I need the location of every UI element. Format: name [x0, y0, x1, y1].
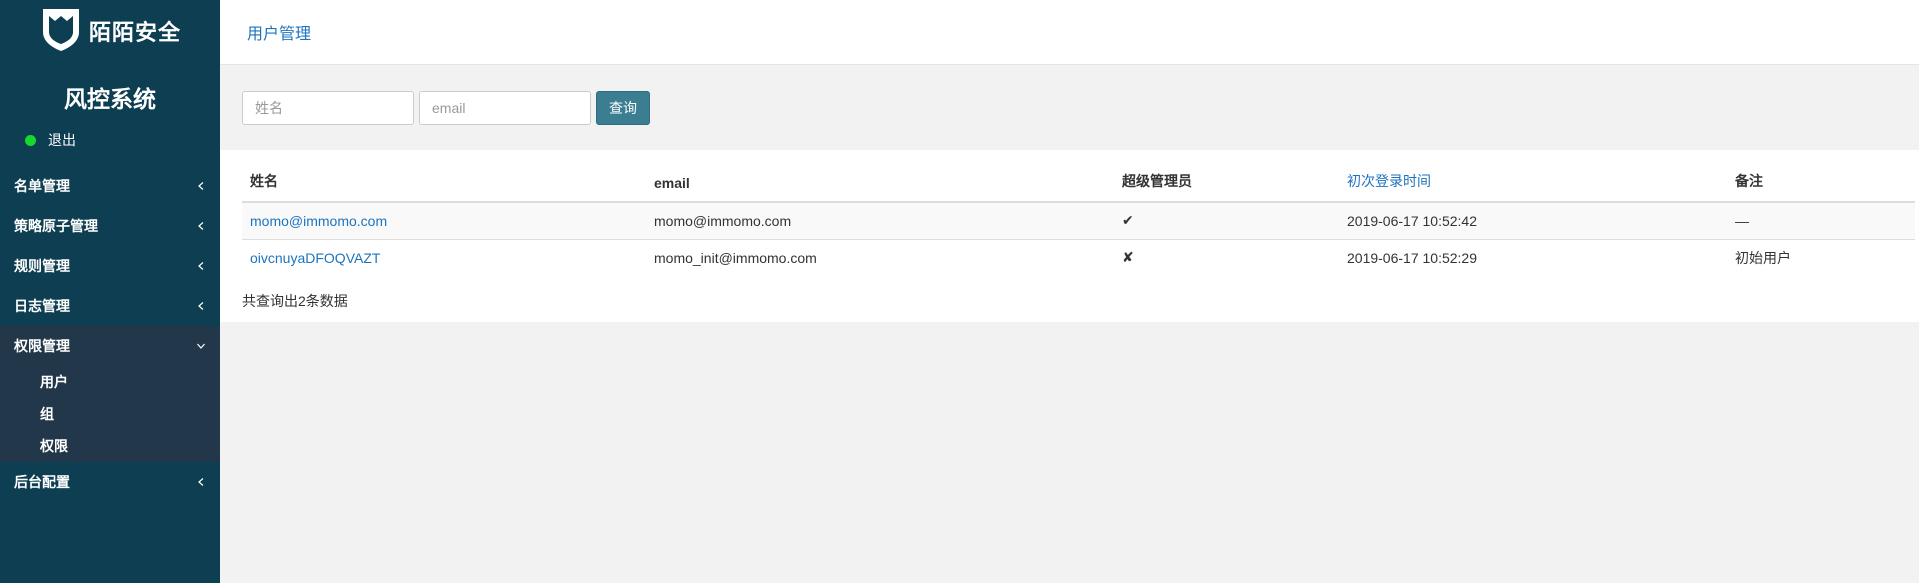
online-status-dot [25, 134, 36, 146]
superuser-check-icon: ✔ [1114, 201, 1339, 239]
first-login-time: 2019-06-17 10:52:42 [1339, 201, 1727, 239]
system-title: 风控系统 [64, 87, 156, 113]
result-summary: 共查询出2条数据 [242, 293, 348, 309]
user-table: 姓名 email 超级管理员 初次登录时间 备注 momo@immomo.com… [242, 150, 1915, 276]
chevron-left-icon [196, 477, 206, 487]
sidebar-item-label: 名单管理 [14, 178, 70, 194]
chevron-down-icon [196, 341, 206, 351]
column-header-email[interactable]: email [646, 150, 1114, 203]
sidebar-item-backend-config[interactable]: 后台配置 [0, 462, 220, 502]
sidebar-item-label: 权限管理 [14, 338, 70, 354]
brand-name: 陌陌安全 [88, 21, 181, 46]
sidebar-subitem-users[interactable]: 用户 [0, 366, 220, 398]
main-content: 用户管理 查询 姓名 email 超级管理员 初次登录时间 备注 mom [220, 0, 1919, 583]
table-row: oivcnuyaDFOQVAZT momo_init@immomo.com ✘ … [242, 238, 1915, 276]
user-name-link[interactable]: momo@immomo.com [250, 213, 387, 229]
column-header-superuser[interactable]: 超级管理员 [1114, 150, 1339, 203]
first-login-time: 2019-06-17 10:52:29 [1339, 238, 1727, 276]
user-note: 初始用户 [1727, 238, 1915, 276]
superuser-cross-icon: ✘ [1114, 238, 1339, 276]
sidebar-item-strategy-atom[interactable]: 策略原子管理 [0, 206, 220, 246]
chevron-left-icon [196, 221, 206, 231]
query-button[interactable]: 查询 [596, 90, 650, 125]
sidebar-item-permission-management[interactable]: 权限管理 [0, 326, 220, 366]
sidebar-subitem-permissions[interactable]: 权限 [0, 430, 220, 462]
sidebar-menu: 名单管理 策略原子管理 规则管理 日志管理 权限管理 用户 组 权限 后台配置 [0, 166, 220, 502]
page-title: 用户管理 [247, 24, 312, 43]
column-header-name[interactable]: 姓名 [242, 150, 646, 203]
user-email: momo_init@immomo.com [646, 238, 1114, 276]
filter-bar: 查询 [220, 65, 1919, 150]
sidebar-item-rule-management[interactable]: 规则管理 [0, 246, 220, 286]
sidebar-item-label: 日志管理 [14, 298, 70, 314]
user-status: 退出 [0, 130, 220, 150]
sidebar-subitem-groups[interactable]: 组 [0, 398, 220, 430]
user-email: momo@immomo.com [646, 201, 1114, 239]
sidebar-item-log-management[interactable]: 日志管理 [0, 286, 220, 326]
column-header-first-login[interactable]: 初次登录时间 [1339, 150, 1727, 203]
sidebar-item-label: 后台配置 [14, 474, 70, 490]
brand[interactable]: 陌陌安全 [0, 0, 220, 62]
chevron-left-icon [196, 301, 206, 311]
email-input[interactable] [419, 90, 591, 125]
sidebar-group-permission: 权限管理 用户 组 权限 [0, 326, 220, 462]
logout-link[interactable]: 退出 [48, 130, 76, 150]
page-header: 用户管理 [220, 0, 1919, 65]
column-header-note[interactable]: 备注 [1727, 150, 1915, 203]
shield-icon [39, 6, 89, 57]
user-table-panel: 姓名 email 超级管理员 初次登录时间 备注 momo@immomo.com… [220, 150, 1919, 322]
table-row: momo@immomo.com momo@immomo.com ✔ 2019-0… [242, 201, 1915, 239]
chevron-left-icon [196, 181, 206, 191]
user-name-link[interactable]: oivcnuyaDFOQVAZT [250, 250, 380, 266]
sidebar-item-label: 策略原子管理 [14, 218, 98, 234]
chevron-left-icon [196, 261, 206, 271]
sidebar: 陌陌安全 风控系统 退出 名单管理 策略原子管理 规则管理 日志管理 权限管理 … [0, 0, 220, 583]
name-input[interactable] [242, 90, 414, 125]
table-header-row: 姓名 email 超级管理员 初次登录时间 备注 [242, 150, 1915, 203]
sidebar-item-list-management[interactable]: 名单管理 [0, 166, 220, 206]
sidebar-item-label: 规则管理 [14, 258, 70, 274]
user-note: — [1727, 201, 1915, 239]
